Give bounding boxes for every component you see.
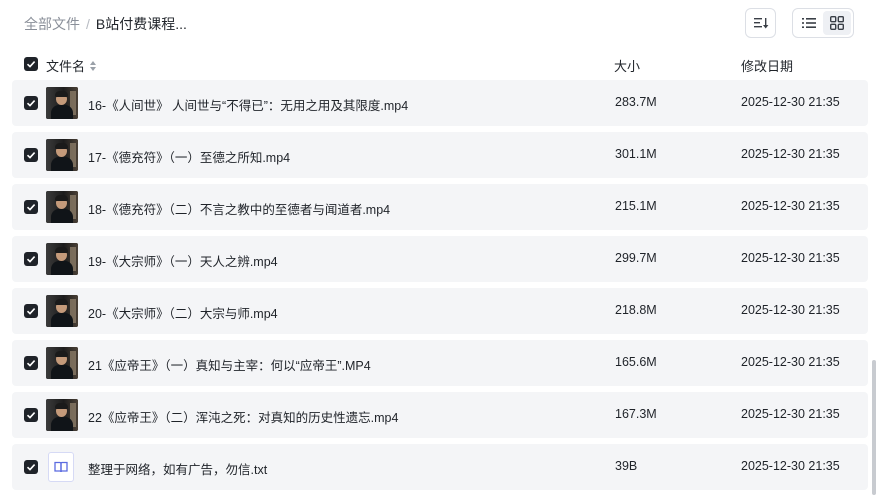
- list-view-button[interactable]: [795, 11, 823, 35]
- file-date: 2025-12-30 21:35: [741, 303, 840, 317]
- check-icon: [26, 256, 36, 263]
- file-size: 218.8M: [615, 303, 657, 317]
- file-date: 2025-12-30 21:35: [741, 199, 840, 213]
- file-date: 2025-12-30 21:35: [741, 407, 840, 421]
- file-size: 299.7M: [615, 251, 657, 265]
- list-view-icon: [802, 18, 816, 28]
- file-name[interactable]: 整理于网络，如有广告，勿信.txt: [88, 459, 267, 478]
- scrollbar-thumb[interactable]: [872, 360, 876, 495]
- row-checkbox[interactable]: [24, 96, 38, 110]
- sort-button[interactable]: [745, 8, 776, 38]
- file-row[interactable]: 22《应帝王》（二）浑沌之死：对真知的历史性遗忘.mp4 167.3M 2025…: [12, 392, 868, 438]
- file-row[interactable]: 18-《德充符》（二）不言之教中的至德者与闻道者.mp4 215.1M 2025…: [12, 184, 868, 230]
- file-size: 283.7M: [615, 95, 657, 109]
- file-size: 301.1M: [615, 147, 657, 161]
- file-name[interactable]: 21《应帝王》（一）真知与主宰：何以“应帝王”.MP4: [88, 355, 371, 374]
- file-row[interactable]: 17-《德充符》（一）至德之所知.mp4 301.1M 2025-12-30 2…: [12, 132, 868, 178]
- column-name-label: 文件名: [46, 59, 86, 74]
- sort-toggle-icon: [90, 60, 97, 71]
- video-thumbnail: [46, 243, 78, 275]
- video-thumbnail: [46, 87, 78, 119]
- file-name[interactable]: 16-《人间世》 人间世与“不得已”：无用之用及其限度.mp4: [88, 95, 408, 114]
- file-row[interactable]: 19-《大宗师》（一）天人之辨.mp4 299.7M 2025-12-30 21…: [12, 236, 868, 282]
- check-icon: [26, 152, 36, 159]
- file-date: 2025-12-30 21:35: [741, 459, 840, 473]
- breadcrumb-current: B站付费课程...: [95, 16, 187, 32]
- breadcrumb-separator: /: [86, 16, 90, 32]
- file-date: 2025-12-30 21:35: [741, 355, 840, 369]
- check-icon: [26, 204, 36, 211]
- video-thumbnail: [46, 347, 78, 379]
- video-thumbnail: [46, 295, 78, 327]
- breadcrumb: 全部文件 / B站付费课程...: [24, 14, 187, 34]
- column-size-header[interactable]: 大小: [614, 56, 640, 75]
- select-all-checkbox[interactable]: [24, 57, 38, 71]
- file-size: 165.6M: [615, 355, 657, 369]
- check-icon: [26, 412, 36, 419]
- file-name[interactable]: 18-《德充符》（二）不言之教中的至德者与闻道者.mp4: [88, 199, 390, 218]
- view-switch: [792, 8, 854, 38]
- row-checkbox[interactable]: [24, 408, 38, 422]
- row-checkbox[interactable]: [24, 304, 38, 318]
- file-name[interactable]: 19-《大宗师》（一）天人之辨.mp4: [88, 251, 278, 270]
- column-header: 文件名 大小 修改日期: [12, 49, 868, 79]
- text-file-icon: [48, 452, 74, 482]
- check-icon: [26, 61, 36, 68]
- column-date-header[interactable]: 修改日期: [741, 56, 793, 75]
- file-size: 167.3M: [615, 407, 657, 421]
- video-thumbnail: [46, 399, 78, 431]
- file-browser: 全部文件 / B站付费课程... 文件名 大小 修改日期 16-《人间世》 人间…: [0, 0, 878, 495]
- file-size: 39B: [615, 459, 638, 473]
- file-row[interactable]: 20-《大宗师》（二）大宗与师.mp4 218.8M 2025-12-30 21…: [12, 288, 868, 334]
- file-date: 2025-12-30 21:35: [741, 147, 840, 161]
- row-checkbox[interactable]: [24, 356, 38, 370]
- video-thumbnail: [46, 191, 78, 223]
- check-icon: [26, 100, 36, 107]
- row-checkbox[interactable]: [24, 252, 38, 266]
- check-icon: [26, 464, 36, 471]
- row-checkbox[interactable]: [24, 200, 38, 214]
- file-list: 16-《人间世》 人间世与“不得已”：无用之用及其限度.mp4 283.7M 2…: [12, 80, 868, 495]
- file-name[interactable]: 20-《大宗师》（二）大宗与师.mp4: [88, 303, 278, 322]
- top-bar: 全部文件 / B站付费课程...: [0, 0, 878, 48]
- grid-view-button[interactable]: [823, 11, 851, 35]
- video-thumbnail: [46, 139, 78, 171]
- scrollbar[interactable]: [870, 80, 878, 495]
- column-name-header[interactable]: 文件名: [46, 56, 97, 75]
- file-name[interactable]: 22《应帝王》（二）浑沌之死：对真知的历史性遗忘.mp4: [88, 407, 398, 426]
- check-icon: [26, 360, 36, 367]
- sort-icon: [753, 18, 768, 29]
- file-row[interactable]: 整理于网络，如有广告，勿信.txt 39B 2025-12-30 21:35: [12, 444, 868, 490]
- file-date: 2025-12-30 21:35: [741, 95, 840, 109]
- file-size: 215.1M: [615, 199, 657, 213]
- row-checkbox[interactable]: [24, 460, 38, 474]
- grid-view-icon: [830, 16, 844, 30]
- file-row[interactable]: 16-《人间世》 人间世与“不得已”：无用之用及其限度.mp4 283.7M 2…: [12, 80, 868, 126]
- check-icon: [26, 308, 36, 315]
- row-checkbox[interactable]: [24, 148, 38, 162]
- file-date: 2025-12-30 21:35: [741, 251, 840, 265]
- breadcrumb-root[interactable]: 全部文件: [24, 14, 80, 34]
- file-name[interactable]: 17-《德充符》（一）至德之所知.mp4: [88, 147, 290, 166]
- file-row[interactable]: 21《应帝王》（一）真知与主宰：何以“应帝王”.MP4 165.6M 2025-…: [12, 340, 868, 386]
